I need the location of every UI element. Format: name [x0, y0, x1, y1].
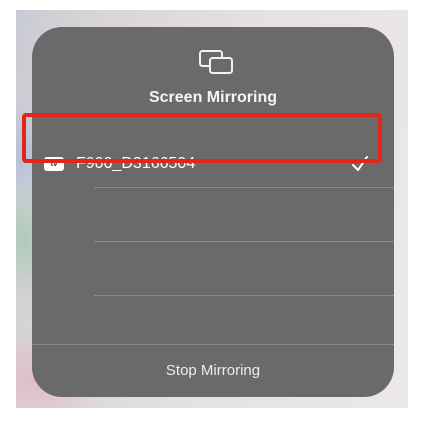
- stop-mirroring-label: Stop Mirroring: [165, 362, 261, 379]
- separator: [94, 241, 394, 242]
- screen-mirroring-icon: [199, 50, 233, 74]
- separator: [94, 295, 394, 296]
- panel-title: Screen Mirroring: [148, 89, 278, 106]
- screen-mirroring-panel: Screen Mirroring tv F900_D3166504 Stop M…: [32, 27, 394, 397]
- separator: [94, 187, 394, 188]
- highlight-annotation: [22, 113, 382, 163]
- stop-mirroring-button[interactable]: Stop Mirroring: [32, 344, 394, 397]
